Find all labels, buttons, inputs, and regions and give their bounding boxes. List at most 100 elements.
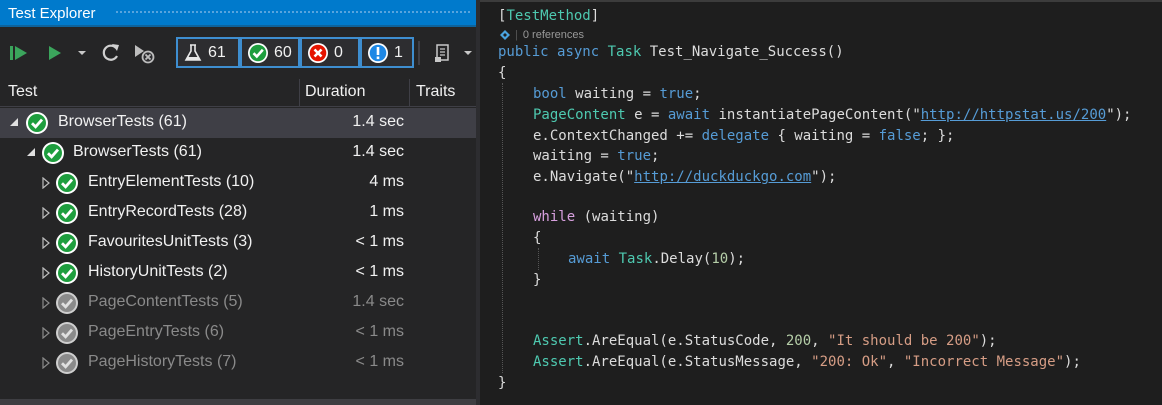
codelens-references[interactable]: 0 references [523, 29, 584, 41]
indent-guide [502, 83, 503, 373]
total-tests-counter[interactable]: 61 [176, 37, 240, 68]
flask-icon [184, 43, 202, 61]
group-by-button[interactable] [430, 39, 458, 67]
failed-tests-counter[interactable]: 0 [300, 37, 360, 68]
chevron-down-icon [464, 51, 472, 55]
test-tree-row[interactable]: BrowserTests (61) 1.4 sec [0, 138, 476, 168]
references-icon [500, 30, 510, 40]
passed-check-icon [56, 172, 78, 194]
failed-x-icon [308, 42, 328, 63]
test-duration: 1.4 sec [352, 113, 404, 130]
test-group-name: BrowserTests (61) [73, 143, 202, 160]
code-line: Assert.AreEqual(e.StatusCode, 200, "It s… [533, 333, 997, 349]
codelens[interactable]: | 0 references [500, 29, 584, 41]
refresh-button[interactable] [98, 39, 124, 67]
attribute-name: TestMethod [506, 8, 591, 24]
code-line: Assert.AreEqual(e.StatusMessage, "200: O… [533, 354, 1081, 370]
test-class-name: EntryRecordTests (28) [88, 203, 248, 220]
test-class-name: EntryElementTests (10) [88, 173, 255, 190]
test-duration: < 1 ms [355, 323, 404, 340]
test-duration: 1 ms [369, 203, 404, 220]
group-by-dropdown-button[interactable] [462, 39, 474, 67]
collapsed-arrow-icon[interactable] [41, 357, 51, 369]
code-line: e.ContextChanged += delegate { waiting =… [533, 128, 955, 144]
test-tree-row[interactable]: PageHistoryTests (7) < 1 ms [0, 348, 476, 378]
column-divider[interactable] [409, 79, 410, 106]
passed-check-icon [42, 142, 64, 164]
test-duration: < 1 ms [355, 353, 404, 370]
run-all-button[interactable] [6, 39, 32, 67]
passed-check-icon [26, 112, 48, 134]
collapsed-arrow-icon[interactable] [41, 297, 51, 309]
collapsed-arrow-icon[interactable] [41, 327, 51, 339]
failed-tests-count: 0 [334, 43, 343, 61]
passed-tests-count: 60 [274, 43, 292, 61]
passed-tests-counter[interactable]: 60 [240, 37, 300, 68]
column-header-traits[interactable]: Traits [416, 83, 455, 101]
test-class-name: PageEntryTests (6) [88, 323, 225, 340]
not-run-tests-count: 1 [394, 43, 403, 61]
code-line: await Task.Delay(10); [568, 251, 746, 267]
test-duration: 1.4 sec [352, 143, 404, 160]
editor-top-border [480, 0, 1162, 2]
test-tree-row[interactable]: PageEntryTests (6) < 1 ms [0, 318, 476, 348]
expanded-arrow-icon[interactable] [26, 147, 36, 159]
test-duration: 1.4 sec [352, 293, 404, 310]
title-bar-grip [115, 10, 472, 15]
passed-check-icon [56, 352, 78, 374]
code-line: while (waiting) [533, 209, 660, 225]
test-class-name: FavouritesUnitTests (3) [88, 233, 253, 250]
test-tree-row[interactable]: BrowserTests (61) 1.4 sec [0, 108, 476, 138]
toolbar-separator [418, 41, 420, 65]
group-by-icon [435, 44, 449, 62]
horizontal-scrollbar[interactable] [0, 399, 476, 405]
info-icon [368, 42, 388, 63]
run-all-icon [10, 46, 27, 60]
vertical-scrollbar[interactable] [1154, 2, 1162, 405]
collapsed-arrow-icon[interactable] [41, 237, 51, 249]
passed-check-icon [56, 322, 78, 344]
test-duration: 4 ms [369, 173, 404, 190]
run-button[interactable] [44, 39, 66, 67]
test-tree-row[interactable]: EntryElementTests (10) 4 ms [0, 168, 476, 198]
test-class-name: HistoryUnitTests (2) [88, 263, 228, 280]
play-icon [49, 46, 61, 60]
passed-check-icon [248, 42, 268, 63]
test-explorer-toolbar: 61 60 0 1 [0, 34, 476, 72]
code-line: waiting = true; [533, 148, 660, 164]
test-duration: < 1 ms [355, 233, 404, 250]
test-tree-row[interactable]: EntryRecordTests (28) 1 ms [0, 198, 476, 228]
url-link[interactable]: http://duckduckgo.com [634, 169, 811, 185]
test-group-name: BrowserTests (61) [58, 113, 187, 130]
cancel-run-icon [135, 45, 155, 64]
expanded-arrow-icon[interactable] [9, 117, 19, 129]
test-tree-row[interactable]: PageContentTests (5) 1.4 sec [0, 288, 476, 318]
test-tree-row[interactable]: HistoryUnitTests (2) < 1 ms [0, 258, 476, 288]
total-tests-count: 61 [208, 43, 226, 61]
collapsed-arrow-icon[interactable] [41, 207, 51, 219]
cancel-button[interactable] [130, 39, 158, 67]
code-line: e.Navigate("http://duckduckgo.com"); [533, 169, 837, 185]
code-line: public async Task Test_Navigate_Success(… [498, 44, 844, 60]
collapsed-arrow-icon[interactable] [41, 177, 51, 189]
test-tree-row[interactable]: FavouritesUnitTests (3) < 1 ms [0, 228, 476, 258]
code-editor[interactable]: [TestMethod] | 0 references public async… [480, 0, 1162, 405]
collapsed-arrow-icon[interactable] [41, 267, 51, 279]
refresh-icon [102, 44, 119, 61]
not-run-tests-counter[interactable]: 1 [360, 37, 414, 68]
code-line: } [498, 375, 507, 391]
chevron-down-icon [78, 51, 86, 55]
url-link[interactable]: http://httpstat.us/200 [921, 107, 1106, 123]
test-class-name: PageHistoryTests (7) [88, 353, 237, 370]
test-class-name: PageContentTests (5) [88, 293, 243, 310]
indent-guide [538, 248, 539, 270]
test-list-header: Test Duration Traits [0, 79, 476, 107]
run-dropdown-button[interactable] [74, 39, 90, 67]
column-header-test[interactable]: Test [8, 83, 37, 101]
test-duration: < 1 ms [355, 263, 404, 280]
code-line: { [533, 230, 542, 246]
column-header-duration[interactable]: Duration [305, 83, 365, 101]
code-line: { [498, 65, 507, 81]
test-explorer-title-bar[interactable]: Test Explorer [0, 0, 476, 27]
column-divider[interactable] [299, 79, 300, 106]
